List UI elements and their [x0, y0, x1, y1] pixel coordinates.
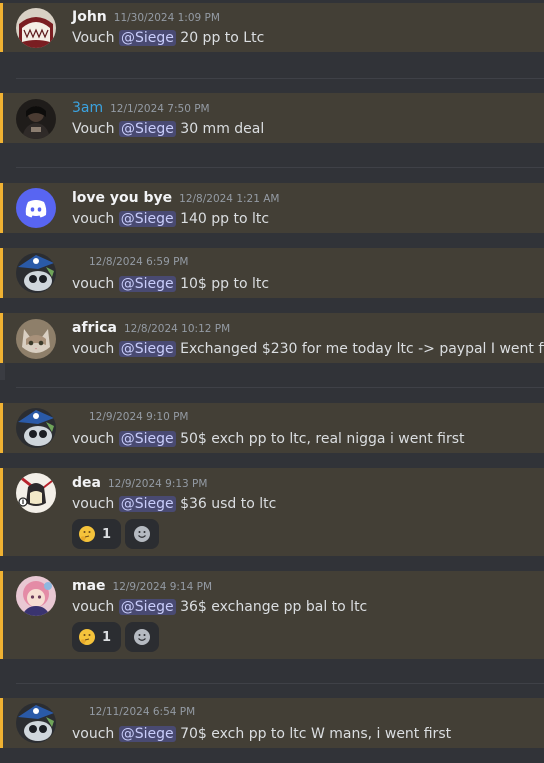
avatar[interactable] [16, 319, 56, 359]
username[interactable]: mae [72, 578, 106, 594]
message[interactable]: love you bye 12/8/2024 1:21 AM vouch @Si… [0, 183, 544, 233]
avatar[interactable] [16, 253, 56, 293]
user-mention[interactable]: @Siege [118, 30, 176, 46]
username[interactable]: dea [72, 475, 101, 491]
message-content: Vouch @Siege 30 mm deal [72, 121, 265, 137]
reaction-count: 1 [102, 526, 112, 542]
timestamp: 12/8/2024 10:12 PM [124, 323, 231, 335]
avatar[interactable] [16, 188, 56, 228]
add-reaction-button[interactable] [125, 519, 159, 549]
divider [16, 683, 544, 684]
message-content: vouch @Siege $36 usd to ltc [72, 496, 277, 512]
message[interactable]: 12/11/2024 6:54 PM vouch @Siege 70$ exch… [0, 698, 544, 748]
message-content: vouch @Siege 36$ exchange pp bal to ltc [72, 599, 368, 615]
timestamp: 12/1/2024 7:50 PM [110, 103, 210, 115]
message-content: vouch @Siege 50$ exch pp to ltc, real ni… [72, 431, 465, 447]
timestamp: 12/8/2024 1:21 AM [179, 193, 280, 205]
avatar[interactable] [16, 408, 56, 448]
avatar[interactable] [16, 99, 56, 139]
user-mention[interactable]: @Siege [118, 599, 176, 615]
add-reaction-icon [134, 629, 150, 645]
message[interactable]: mae 12/9/2024 9:14 PM vouch @Siege 36$ e… [0, 571, 544, 659]
user-mention[interactable]: @Siege [118, 496, 176, 512]
user-mention[interactable]: @Siege [118, 276, 176, 292]
thinking-face-icon [79, 629, 95, 645]
username[interactable]: love you bye [72, 190, 172, 206]
message[interactable]: 12/9/2024 9:10 PM vouch @Siege 50$ exch … [0, 403, 544, 453]
message[interactable]: 3am 12/1/2024 7:50 PM Vouch @Siege 30 mm… [0, 93, 544, 143]
user-mention[interactable]: @Siege [118, 341, 176, 357]
message[interactable]: John 11/30/2024 1:09 PM Vouch @Siege 20 … [0, 3, 544, 52]
divider [16, 167, 544, 168]
discord-logo-icon [25, 200, 47, 218]
username[interactable]: 3am [72, 100, 103, 116]
user-mention[interactable]: @Siege [118, 726, 176, 742]
message-content: vouch @Siege 10$ pp to ltc [72, 276, 270, 292]
reaction-button[interactable]: 1 [72, 622, 121, 652]
timestamp: 11/30/2024 1:09 PM [113, 12, 220, 24]
message[interactable]: 12/8/2024 6:59 PM vouch @Siege 10$ pp to… [0, 248, 544, 298]
avatar[interactable] [16, 703, 56, 743]
message-content: vouch @Siege Exchanged $230 for me today… [72, 341, 544, 357]
reactions-bar: 1 [72, 622, 159, 652]
timestamp: 12/11/2024 6:54 PM [89, 706, 196, 718]
user-mention[interactable]: @Siege [118, 121, 176, 137]
divider [16, 78, 544, 79]
message[interactable]: africa 12/8/2024 10:12 PM vouch @Siege E… [0, 313, 544, 363]
reactions-bar: 1 [72, 519, 159, 549]
add-reaction-icon [134, 526, 150, 542]
avatar[interactable] [16, 8, 56, 48]
timestamp: 12/9/2024 9:14 PM [112, 581, 213, 593]
reaction-count: 1 [102, 629, 112, 645]
message-content: Vouch @Siege 20 pp to Ltc [72, 30, 265, 46]
user-mention[interactable]: @Siege [118, 431, 176, 447]
user-mention[interactable]: @Siege [118, 211, 176, 227]
timestamp: 12/8/2024 6:59 PM [89, 256, 189, 268]
timestamp: 12/9/2024 9:10 PM [89, 411, 189, 423]
message-content: vouch @Siege 140 pp to ltc [72, 211, 270, 227]
add-reaction-button[interactable] [125, 622, 159, 652]
message[interactable]: dea 12/9/2024 9:13 PM vouch @Siege $36 u… [0, 468, 544, 556]
timestamp: 12/9/2024 9:13 PM [107, 478, 208, 490]
chat-message-list: John 11/30/2024 1:09 PM Vouch @Siege 20 … [0, 0, 544, 763]
avatar[interactable] [16, 576, 56, 616]
username[interactable]: John [72, 9, 107, 25]
username[interactable]: africa [72, 320, 117, 336]
reaction-button[interactable]: 1 [72, 519, 121, 549]
divider [16, 387, 544, 388]
message-content: vouch @Siege 70$ exch pp to ltc W mans, … [72, 726, 452, 742]
avatar[interactable] [16, 473, 56, 513]
thinking-face-icon [79, 526, 95, 542]
